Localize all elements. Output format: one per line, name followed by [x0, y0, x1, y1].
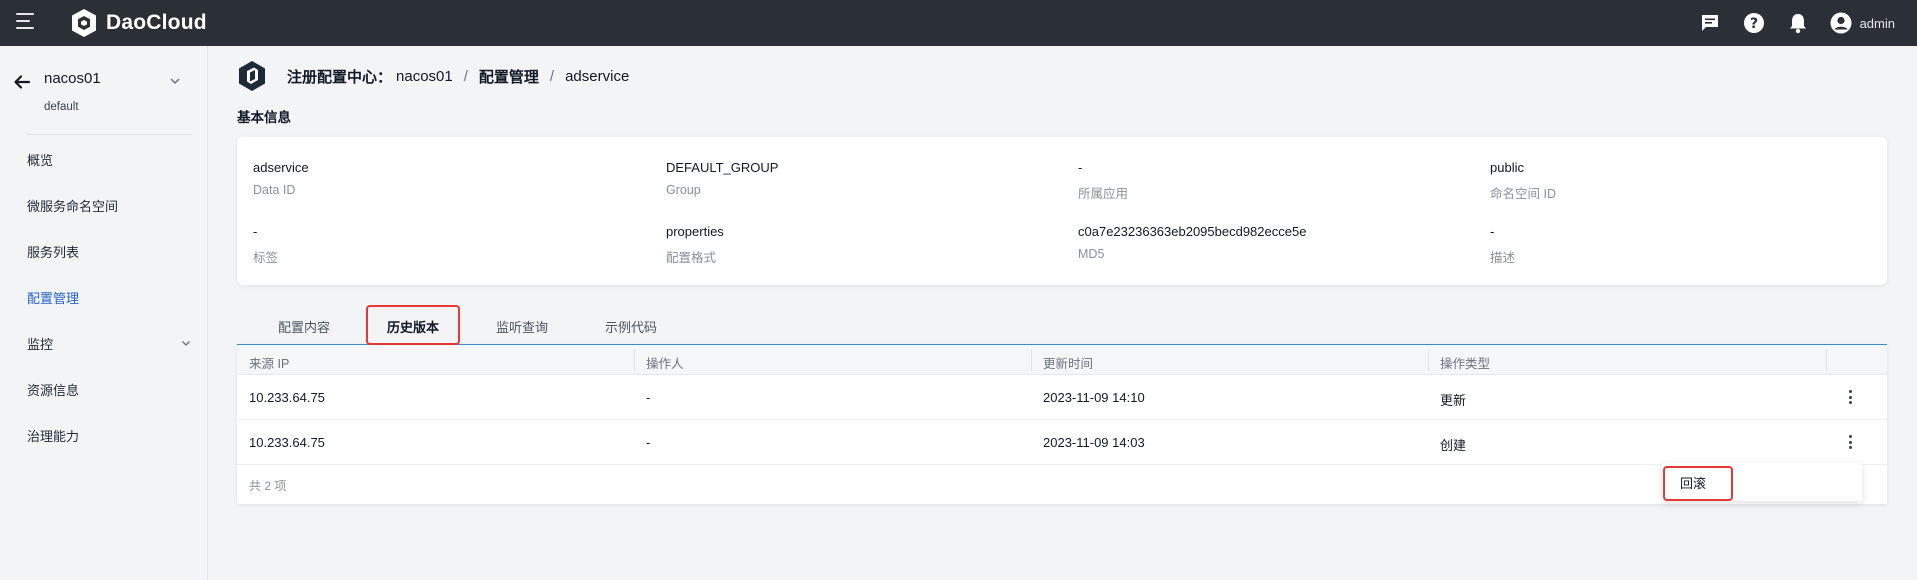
column-divider	[634, 349, 635, 371]
cell-type: 创建	[1440, 438, 1467, 453]
sidebar-item-resources[interactable]: 资源信息	[27, 380, 79, 399]
table-total: 共 2 项	[249, 479, 287, 493]
info-label: 所属应用	[1078, 187, 1129, 201]
message-icon[interactable]	[1698, 11, 1722, 35]
info-label: Group	[666, 183, 701, 197]
cell-ip: 10.233.64.75	[249, 390, 325, 405]
sidebar-divider	[26, 134, 192, 135]
sidebar-item-governance[interactable]: 治理能力	[27, 426, 79, 445]
daocloud-logo-icon	[72, 9, 96, 37]
info-value: -	[1490, 224, 1495, 239]
breadcrumb-section[interactable]: 配置管理	[479, 66, 539, 87]
rollback-menu-item[interactable]: 回滚	[1680, 473, 1706, 492]
info-md5: c0a7e23236363eb2095becd982ecce5e MD5	[1078, 224, 1306, 261]
more-actions-icon[interactable]	[1844, 432, 1856, 452]
info-label: 标签	[253, 251, 279, 265]
back-arrow-icon[interactable]	[12, 72, 32, 92]
info-value: properties	[666, 224, 724, 239]
info-label: Data ID	[253, 183, 296, 197]
cell-operator: -	[646, 390, 651, 405]
info-label: 配置格式	[666, 251, 717, 265]
breadcrumb-current: adservice	[565, 68, 630, 85]
bell-icon[interactable]	[1786, 11, 1810, 35]
help-icon[interactable]: ?	[1742, 11, 1766, 35]
info-label: 描述	[1490, 251, 1516, 265]
info-value: adservice	[253, 160, 309, 175]
column-divider	[1428, 349, 1429, 371]
breadcrumb-instance[interactable]: nacos01	[396, 68, 453, 85]
menu-icon[interactable]	[16, 13, 36, 29]
breadcrumb-separator: /	[549, 68, 555, 85]
info-description: - 描述	[1490, 224, 1515, 266]
user-name: admin	[1859, 15, 1895, 31]
info-group: DEFAULT_GROUP Group	[666, 160, 778, 197]
table-row: 10.233.64.75 - 2023-11-09 14:03 创建	[237, 420, 1887, 465]
top-bar: DaoCloud ? admin	[0, 0, 1917, 46]
info-application: - 所属应用	[1078, 160, 1128, 202]
row-actions-menu: 回滚	[1662, 463, 1862, 501]
tab-sample-code[interactable]: 示例代码	[605, 317, 657, 336]
info-value: -	[253, 224, 258, 239]
info-value: public	[1490, 160, 1524, 175]
breadcrumb: 注册配置中心： nacos01 / 配置管理 / adservice	[287, 66, 629, 87]
sidebar-item-overview[interactable]: 概览	[27, 150, 53, 169]
table-header: 来源 IP 操作人 更新时间 操作类型	[237, 345, 1887, 375]
info-value: -	[1078, 160, 1083, 175]
user-avatar-icon	[1830, 12, 1852, 34]
sidebar: nacos01 default 概览 微服务命名空间 服务列表 配置管理 监控 …	[0, 46, 208, 580]
chevron-down-icon[interactable]	[168, 74, 182, 88]
basic-info-card: adservice Data ID DEFAULT_GROUP Group - …	[237, 137, 1887, 285]
info-namespace-id: public 命名空间 ID	[1490, 160, 1556, 202]
info-format: properties 配置格式	[666, 224, 724, 266]
breadcrumb-separator: /	[463, 68, 468, 85]
tab-bar: 配置内容 历史版本 监听查询 示例代码	[237, 306, 1887, 345]
sidebar-item-namespaces[interactable]: 微服务命名空间	[27, 196, 118, 215]
sidebar-item-monitor[interactable]: 监控	[27, 334, 53, 353]
sidebar-item-config[interactable]: 配置管理	[27, 288, 79, 307]
cell-ip: 10.233.64.75	[249, 435, 325, 450]
info-tags: - 标签	[253, 224, 278, 266]
table-row: 10.233.64.75 - 2023-11-09 14:10 更新	[237, 375, 1887, 420]
column-divider	[1826, 349, 1827, 371]
chevron-down-icon[interactable]	[180, 337, 192, 349]
info-data-id: adservice Data ID	[253, 160, 309, 197]
sidebar-item-services[interactable]: 服务列表	[27, 242, 79, 261]
svg-text:?: ?	[1750, 16, 1758, 32]
info-value: c0a7e23236363eb2095becd982ecce5e	[1078, 224, 1307, 239]
cell-time: 2023-11-09 14:03	[1043, 435, 1145, 450]
brand-name: DaoCloud	[106, 11, 207, 34]
more-actions-icon[interactable]	[1844, 387, 1856, 407]
column-header: 操作类型	[1440, 357, 1491, 371]
cluster-namespace: default	[44, 101, 79, 113]
column-header: 更新时间	[1043, 357, 1094, 371]
column-header: 操作人	[646, 357, 684, 371]
tab-listener-query[interactable]: 监听查询	[496, 317, 548, 336]
history-table: 来源 IP 操作人 更新时间 操作类型 10.233.64.75 - 2023-…	[237, 345, 1887, 504]
column-header: 来源 IP	[249, 357, 290, 371]
tab-history[interactable]: 历史版本	[387, 317, 439, 336]
column-divider	[1031, 349, 1032, 371]
info-label: 命名空间 ID	[1490, 187, 1556, 201]
breadcrumb-root[interactable]: 注册配置中心：	[287, 66, 392, 87]
basic-info-title: 基本信息	[237, 110, 291, 125]
logo[interactable]: DaoCloud	[70, 8, 207, 38]
cell-time: 2023-11-09 14:10	[1043, 390, 1145, 405]
user-menu[interactable]: admin	[1830, 12, 1895, 34]
info-value: DEFAULT_GROUP	[666, 160, 779, 175]
cell-operator: -	[646, 435, 651, 450]
tab-config-content[interactable]: 配置内容	[278, 317, 330, 336]
info-label: MD5	[1078, 247, 1105, 261]
cluster-name[interactable]: nacos01	[44, 70, 101, 87]
registry-icon	[239, 61, 265, 91]
cell-type: 更新	[1440, 393, 1467, 408]
